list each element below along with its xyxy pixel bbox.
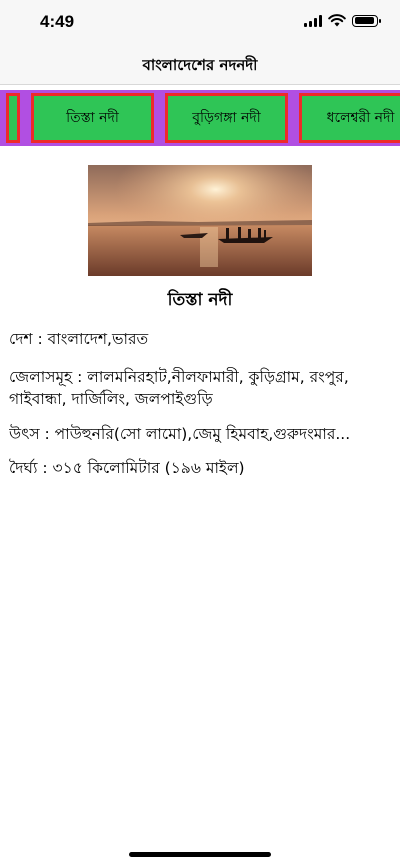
- wifi-icon: [328, 14, 346, 27]
- battery-icon: [352, 14, 381, 27]
- tab-river-teesta[interactable]: তিস্তা নদী: [31, 93, 154, 143]
- tab-river-dhaleshwari[interactable]: ধলেশ্বরী নদী: [299, 93, 400, 143]
- tab-river-buriganga[interactable]: বুড়িগঙ্গা নদী: [165, 93, 288, 143]
- river-country: দেশ : বাংলাদেশ,ভারত: [9, 330, 149, 348]
- river-districts: জেলাসমূহ : লালমনিরহাট,নীলফামারী, কুড়িগ্…: [9, 368, 349, 408]
- status-time: 4:49: [40, 12, 75, 31]
- navigation-bar: বাংলাদেশের নদনদী: [0, 44, 400, 85]
- river-name-heading: তিস্তা নদী: [167, 290, 233, 310]
- river-photo: [88, 165, 312, 276]
- river-length: দৈর্ঘ্য : ৩১৫ কিলোমিটার (১৯৬ মাইল): [9, 459, 245, 477]
- status-bar: 4:49: [0, 0, 400, 44]
- page-title: বাংলাদেশের নদনদী: [142, 56, 258, 74]
- tab-river-partial[interactable]: [6, 93, 20, 143]
- river-tab-strip[interactable]: তিস্তা নদী বুড়িগঙ্গা নদী ধলেশ্বরী নদী: [0, 90, 400, 146]
- signal-icon: [304, 14, 322, 27]
- river-origin: উৎস : পাউহুনরি(সো লামো),জেমু হিমবাহ,গুরু…: [9, 425, 351, 443]
- home-indicator[interactable]: [129, 852, 271, 857]
- status-icons: [304, 14, 381, 27]
